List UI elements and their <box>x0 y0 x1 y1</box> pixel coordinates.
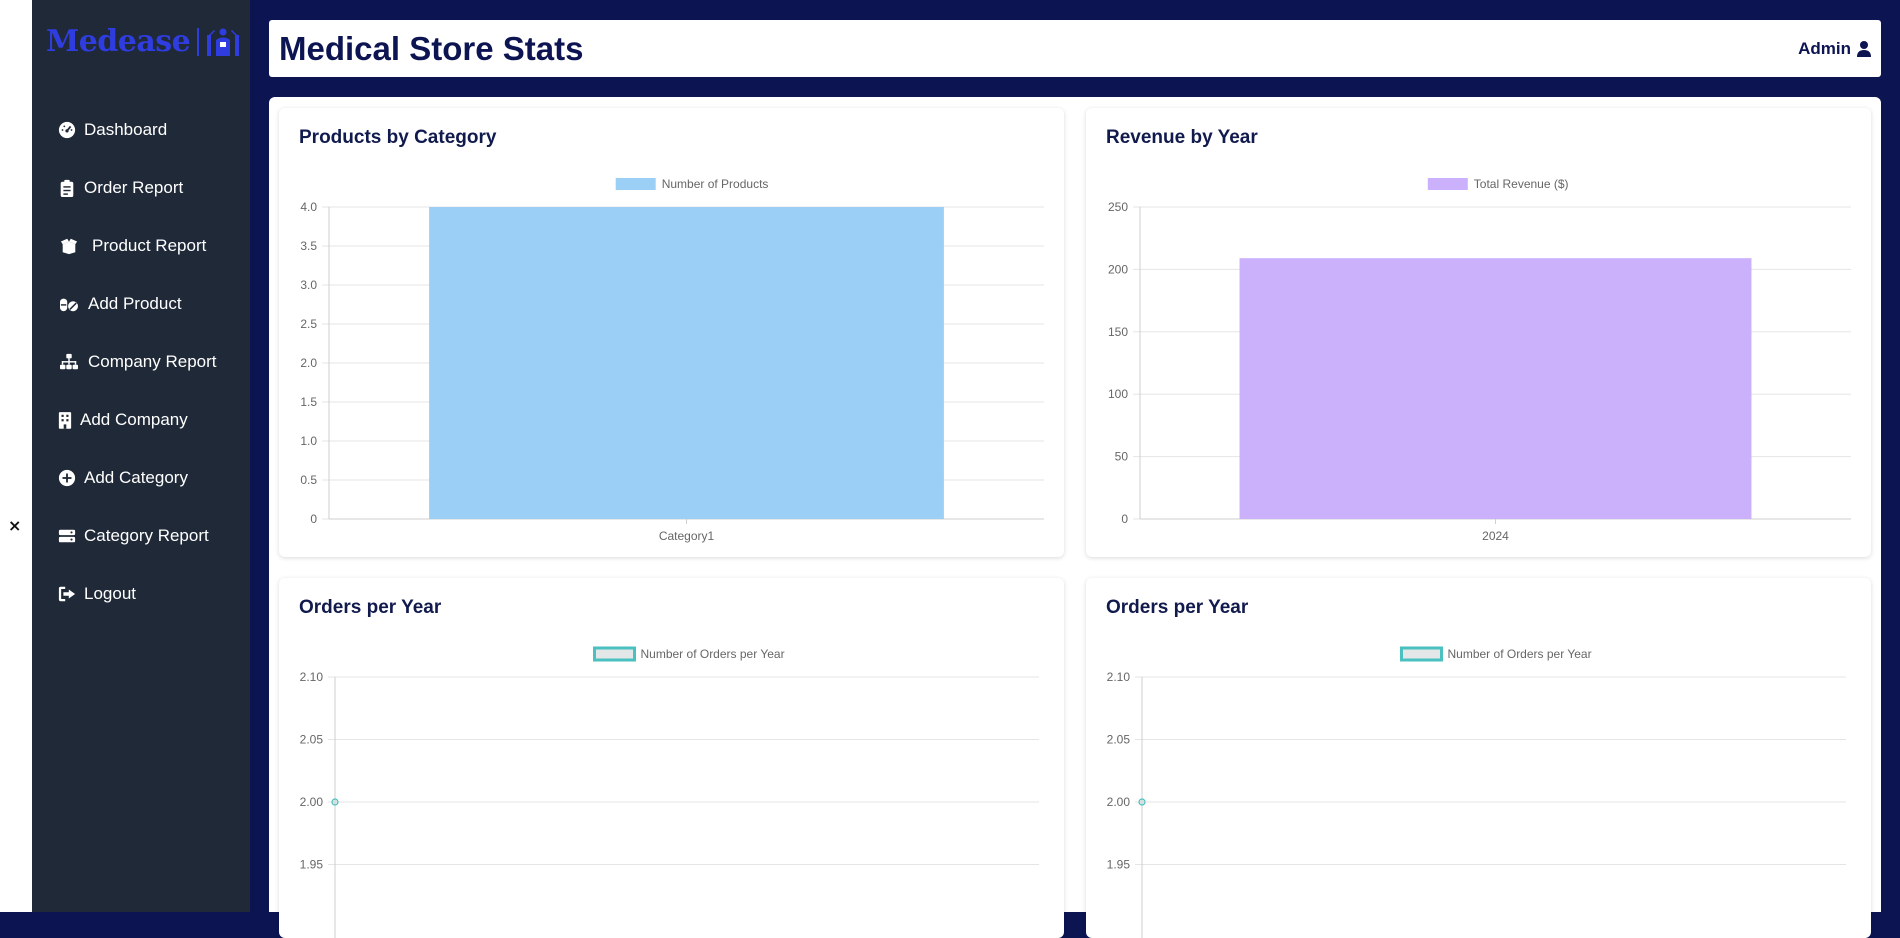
sidebar-item-add-category[interactable]: Add Category <box>58 466 188 490</box>
chart-card-orders-per-year: Orders per Year Number of Orders per Yea… <box>279 578 1064 938</box>
sidebar-item-label: Dashboard <box>84 120 168 139</box>
y-tick-label: 2.10 <box>1107 670 1131 684</box>
left-strip <box>0 0 32 912</box>
logo[interactable]: Medease <box>46 24 240 59</box>
y-tick-label: 3.0 <box>300 278 317 292</box>
legend-label: Total Revenue ($) <box>1474 177 1569 191</box>
gauge-icon <box>58 121 76 139</box>
sidebar-item-label: Add Category <box>84 468 188 487</box>
page-title: Medical Store Stats <box>279 30 584 67</box>
orders-per-year-chart: Number of Orders per Year 2.10 2.05 2.00 1.9… <box>300 646 1039 938</box>
y-tick-label: 1.5 <box>300 395 317 409</box>
y-tick-label: 250 <box>1108 200 1128 214</box>
logo-text: Medease <box>46 24 191 59</box>
bar <box>429 207 944 519</box>
y-tick-label: 3.5 <box>300 239 317 253</box>
y-tick-label: 2.00 <box>1107 795 1131 809</box>
legend-swatch <box>615 178 656 190</box>
building-icon <box>58 412 72 429</box>
user-icon <box>1857 41 1871 57</box>
y-tick-label: 4.0 <box>300 200 317 214</box>
user-menu[interactable]: Admin <box>1798 39 1871 59</box>
pharmacist-icon <box>207 28 240 56</box>
sidebar-item-label: Company Report <box>88 352 217 371</box>
products-by-category-chart: Number of Products 0 0.5 1.0 1.5 2.0 2.5 3.0 3.5… <box>300 177 1044 543</box>
y-tick-label: 2.05 <box>300 733 324 747</box>
header: Medical Store Stats Admin <box>269 20 1881 77</box>
sidebar-item-add-company[interactable]: Add Company <box>58 408 188 432</box>
revenue-by-year-chart: Total Revenue ($) 0 50 100 150 200 250 2024 <box>1108 177 1851 543</box>
sidebar-item-label: Product Report <box>92 236 207 255</box>
sitemap-icon <box>60 353 78 370</box>
y-tick-label: 1.95 <box>1107 858 1131 872</box>
y-tick-label: 0.5 <box>300 473 317 487</box>
orders-per-year-chart-2: Number of Orders per Year 2.10 2.05 2.00 1.9… <box>1107 646 1846 938</box>
plus-circle-icon <box>58 469 76 487</box>
legend-swatch <box>1427 178 1468 190</box>
sidebar-item-product-report[interactable]: Product Report <box>58 234 206 258</box>
legend-swatch <box>593 646 636 662</box>
y-tick-label: 150 <box>1108 325 1128 339</box>
y-tick-label: 0 <box>1121 512 1128 526</box>
box-open-icon <box>60 238 78 255</box>
close-icon[interactable]: × <box>8 516 21 535</box>
legend-label: Number of Products <box>662 177 769 191</box>
main-panel: Products by Category Number of Products 0… <box>269 97 1881 938</box>
logo-divider <box>197 27 200 56</box>
y-tick-label: 2.05 <box>1107 733 1131 747</box>
y-tick-label: 2.00 <box>300 795 324 809</box>
y-tick-label: 2.0 <box>300 356 317 370</box>
user-name: Admin <box>1798 39 1851 58</box>
chart-card-products-by-category: Products by Category Number of Products 0… <box>279 108 1064 557</box>
sidebar-item-logout[interactable]: Logout <box>58 582 136 606</box>
sidebar-item-dashboard[interactable]: Dashboard <box>58 118 167 142</box>
sidebar-item-category-report[interactable]: Category Report <box>58 524 209 548</box>
server-icon <box>58 529 76 543</box>
y-tick-label: 200 <box>1108 262 1128 276</box>
sidebar-item-label: Add Product <box>88 294 182 313</box>
pills-icon <box>60 298 78 312</box>
legend-label: Number of Orders per Year <box>1448 647 1592 661</box>
legend-swatch <box>1400 646 1443 662</box>
sidebar-item-add-product[interactable]: Add Product <box>58 292 182 316</box>
y-tick-label: 2.10 <box>300 670 324 684</box>
x-tick-label: Category1 <box>659 529 715 543</box>
sidebar-item-label: Category Report <box>84 526 209 545</box>
data-point <box>1138 798 1146 806</box>
y-tick-label: 100 <box>1108 387 1128 401</box>
y-tick-label: 1.0 <box>300 434 317 448</box>
y-tick-label: 50 <box>1115 450 1129 464</box>
sidebar-item-company-report[interactable]: Company Report <box>58 350 217 374</box>
y-tick-label: 0 <box>310 512 317 526</box>
sidebar-item-order-report[interactable]: Order Report <box>58 176 183 200</box>
clipboard-icon <box>60 179 74 197</box>
x-tick-label: 2024 <box>1482 529 1509 543</box>
sidebar-item-label: Add Company <box>80 410 188 429</box>
y-tick-label: 1.95 <box>300 858 324 872</box>
chart-card-revenue-by-year: Revenue by Year Total Revenue ($) 0 50 100 1… <box>1086 108 1871 557</box>
sidebar: Medease Dashboard Order Report Product R… <box>32 0 250 912</box>
sidebar-item-label: Logout <box>84 584 136 603</box>
chart-card-orders-per-year-2: Orders per Year Number of Orders per Yea… <box>1086 578 1871 938</box>
sidebar-item-label: Order Report <box>84 178 184 197</box>
bar <box>1239 258 1752 519</box>
data-point <box>331 798 339 806</box>
y-tick-label: 2.5 <box>300 317 317 331</box>
sign-out-icon <box>58 586 76 602</box>
legend-label: Number of Orders per Year <box>641 647 785 661</box>
